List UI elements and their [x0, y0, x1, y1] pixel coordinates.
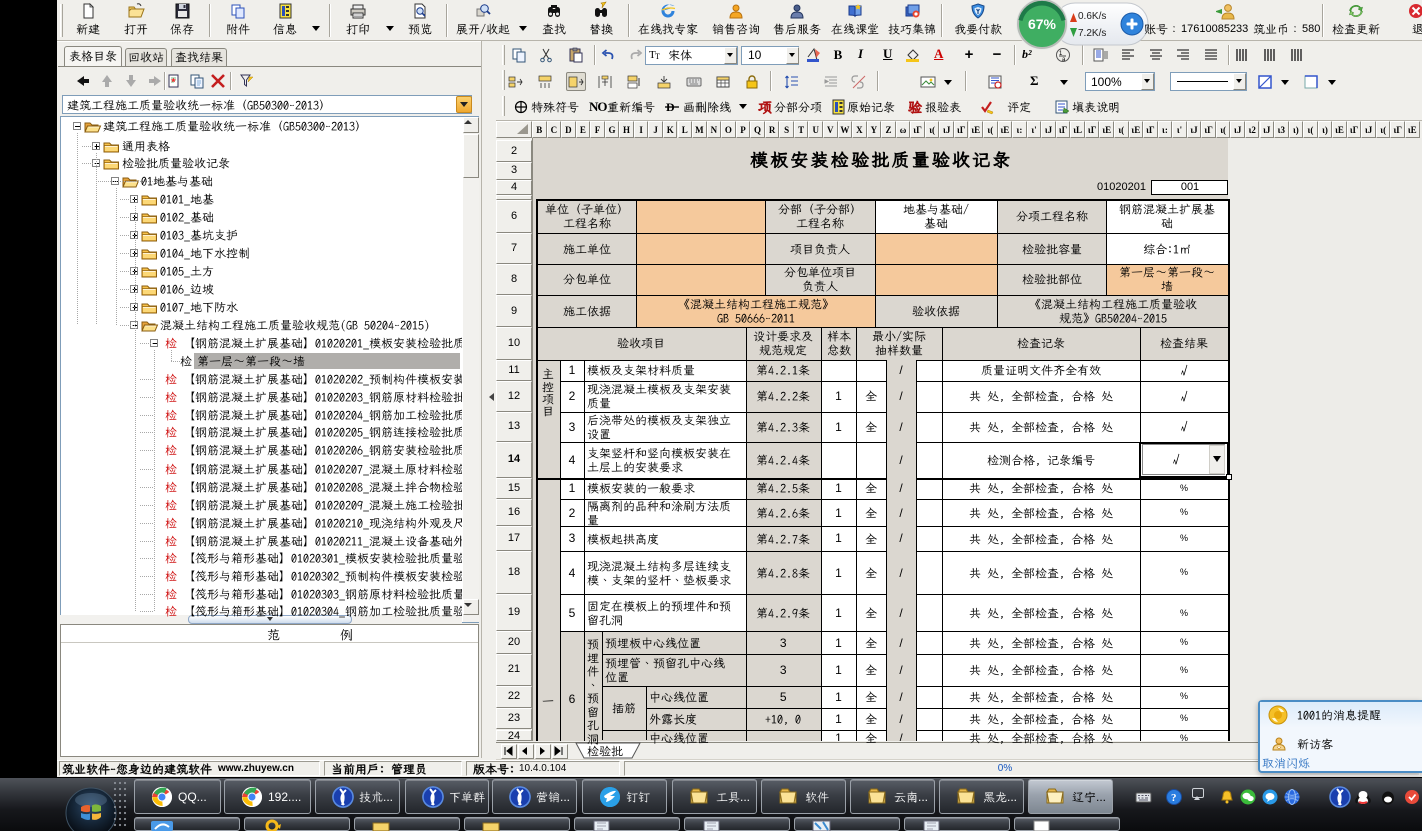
svg-text:T: T — [655, 52, 660, 61]
svg-text:?: ? — [1171, 792, 1177, 804]
svg-text:a: a — [1062, 57, 1066, 63]
